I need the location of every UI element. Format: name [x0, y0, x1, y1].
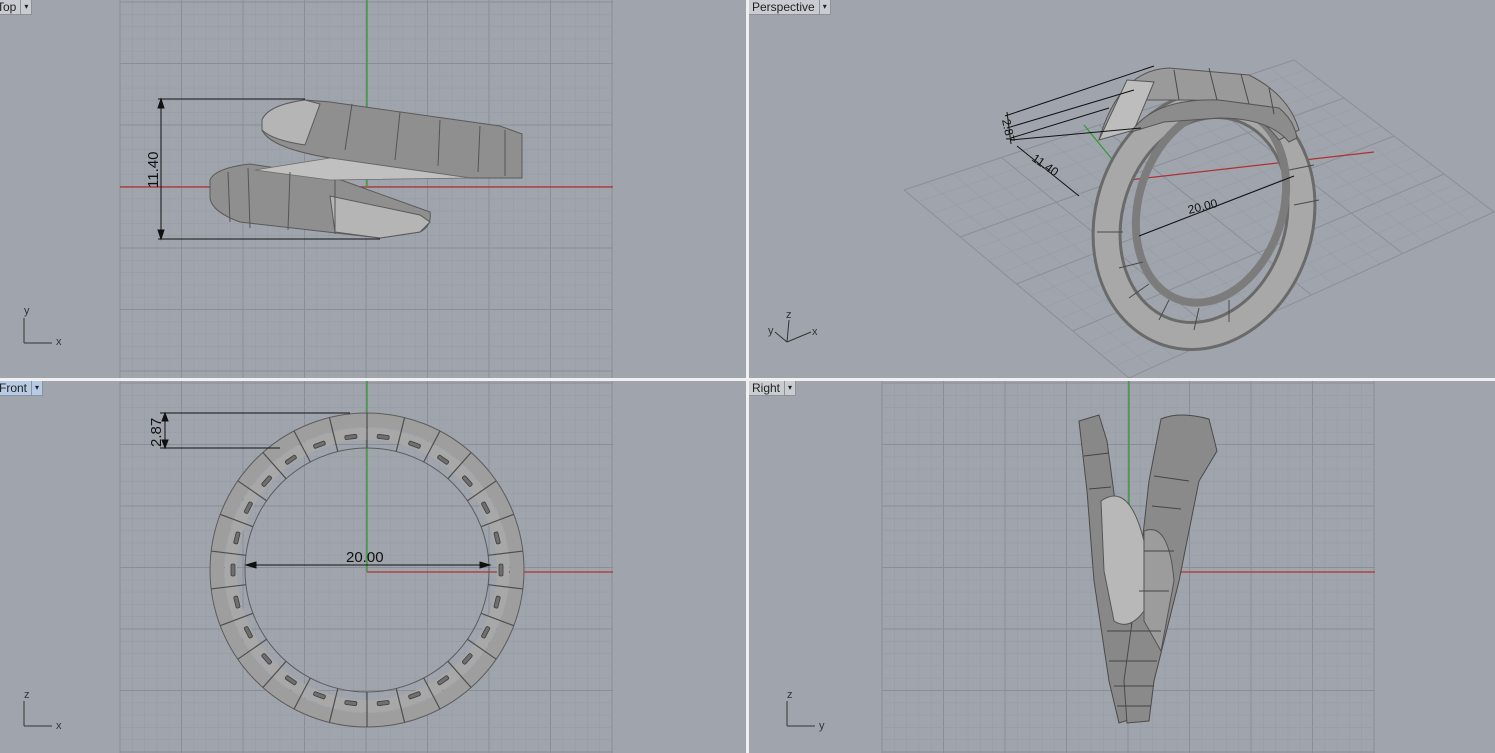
axis-gizmo-perspective: y z x [768, 309, 818, 343]
axis-gizmo-front: z x [23, 689, 62, 732]
ring-model-top[interactable] [209, 99, 523, 239]
ring-model-right[interactable] [1078, 414, 1218, 724]
viewport-menu-icon[interactable]: ▾ [818, 0, 830, 14]
viewport-menu-icon[interactable]: ▾ [31, 381, 42, 395]
x-axis-line [1128, 151, 1375, 181]
viewport-top[interactable]: 11.40 y x Top ▾ [0, 0, 746, 378]
viewport-tab-right[interactable]: Right ▾ [749, 381, 797, 396]
axis-label-x: x [56, 336, 62, 348]
axis-label-x: x [56, 720, 62, 732]
front-view-canvas[interactable]: 2.87 20.00 z x [0, 381, 746, 753]
right-view-canvas[interactable]: z y [749, 381, 1495, 753]
viewport-title: Front [0, 381, 28, 395]
dimension-label-front-diameter: 20.00 [346, 549, 384, 566]
viewport-tab-perspective[interactable]: Perspective ▾ [749, 0, 831, 15]
slot [230, 563, 236, 577]
axis-label-y: y [819, 720, 825, 732]
perspective-view-canvas[interactable]: 2.87 11.40 20.00 y z x [749, 0, 1495, 378]
dimension-label-top-height: 11.40 [145, 152, 162, 188]
slot [498, 563, 504, 577]
ring-model-perspective[interactable] [1077, 67, 1331, 362]
viewport-menu-icon[interactable]: ▾ [20, 0, 31, 14]
viewport-title: Top [0, 0, 17, 14]
axis-label-z: z [787, 689, 793, 701]
grid-line [1293, 59, 1495, 213]
axis-label-x: x [812, 326, 818, 338]
grid-line [1030, 145, 1407, 297]
viewport-perspective[interactable]: 2.87 11.40 20.00 y z x Perspective ▾ [749, 0, 1495, 378]
axis-label-y: y [768, 325, 774, 337]
dimension-label-persp-thickness: 2.87 [999, 118, 1018, 144]
viewport-title: Right [752, 381, 781, 395]
viewport-tab-front[interactable]: Front ▾ [0, 381, 44, 396]
axis-label-z: z [24, 689, 30, 701]
viewport-front[interactable]: 2.87 20.00 z x Front ▾ [0, 381, 746, 753]
axis-gizmo-right: z y [786, 689, 825, 732]
viewport-tab-top[interactable]: Top ▾ [0, 0, 33, 15]
axis-label-y: y [24, 305, 30, 317]
axis-label-z: z [786, 309, 792, 321]
top-view-canvas[interactable]: 11.40 y x [0, 0, 746, 378]
viewport-right[interactable]: z y Right ▾ [749, 381, 1495, 753]
viewport-menu-icon[interactable]: ▾ [784, 381, 795, 395]
axis-gizmo-top: y x [23, 305, 62, 348]
dimension-label-front-thickness: 2.87 [148, 418, 165, 447]
viewport-title: Perspective [752, 0, 815, 14]
dimension-label-persp-height: 11.40 [1029, 151, 1061, 179]
